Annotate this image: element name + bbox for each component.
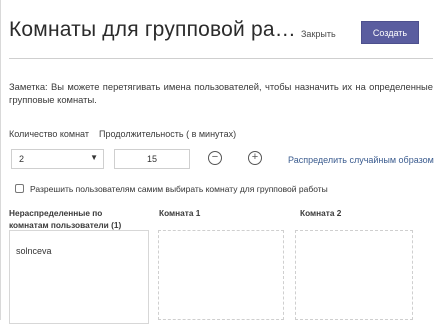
decrement-duration-button[interactable]: − — [208, 151, 222, 165]
increment-duration-button[interactable]: + — [248, 151, 262, 165]
chevron-down-icon: ▼ — [90, 153, 98, 162]
rooms-count-select[interactable]: 2 ▼ — [11, 149, 104, 169]
rooms-count-value: 2 — [19, 154, 25, 164]
random-assign-link[interactable]: Распределить случайным образом — [288, 155, 434, 165]
user-item[interactable]: solnceva — [16, 246, 52, 256]
room-1-header: Комната 1 — [159, 208, 201, 218]
duration-label: Продолжительность ( в минутах) — [99, 129, 237, 139]
unassigned-users-header: Нераспределенные по комнатам пользовател… — [9, 208, 122, 230]
breakout-rooms-dialog: Комнаты для групповой ра… Закрыть Создат… — [0, 0, 440, 324]
drag-note: Заметка: Вы можете перетягивать имена по… — [9, 81, 433, 105]
duration-input[interactable]: 15 — [114, 149, 190, 169]
dialog-title: Комнаты для групповой ра… — [9, 18, 296, 41]
create-button[interactable]: Создать — [362, 22, 418, 43]
room-2-dropzone[interactable] — [295, 230, 413, 320]
allow-choose-room-label: Разрешить пользователям самим выбирать к… — [30, 184, 328, 194]
close-button[interactable]: Закрыть — [301, 29, 336, 39]
minus-icon: − — [211, 151, 219, 163]
room-2-header: Комната 2 — [300, 208, 342, 218]
unassigned-users-list[interactable]: solnceva — [9, 230, 149, 324]
allow-choose-room-checkbox[interactable] — [15, 184, 24, 193]
rooms-count-label: Количество комнат — [9, 129, 89, 139]
header-divider — [9, 58, 433, 59]
plus-icon: + — [251, 151, 259, 163]
room-1-dropzone[interactable] — [158, 230, 284, 320]
